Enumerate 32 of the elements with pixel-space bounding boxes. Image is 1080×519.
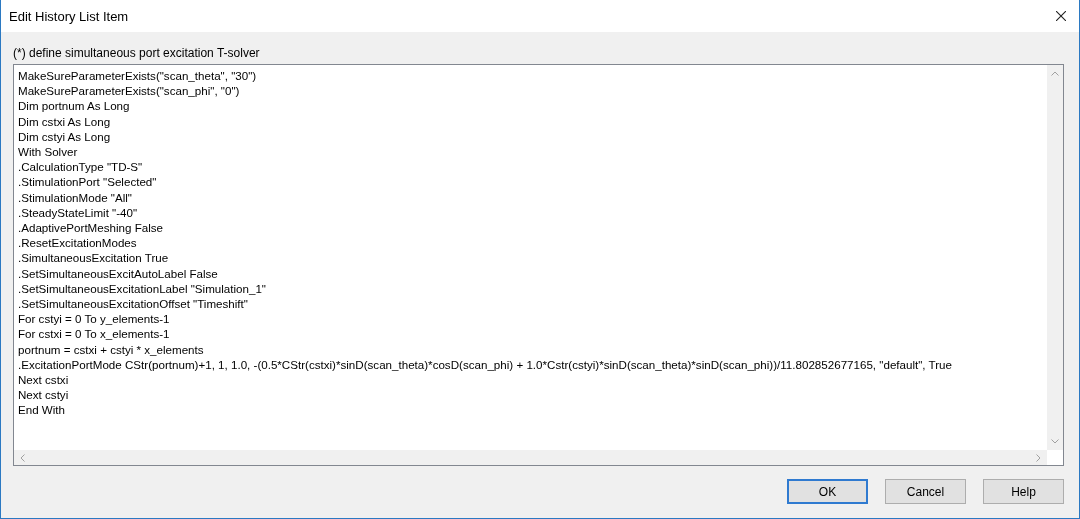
code-line: .SetSimultaneousExcitationOffset "Timeshift" [18,296,248,312]
horizontal-scrollbar[interactable] [14,450,1047,465]
code-line: Dim cstyi As Long [18,128,111,144]
code-line: MakeSureParameterExists("scan_phi", "0") [18,83,240,99]
code-line: .ResetExcitationModes [18,235,137,251]
code-line: Next cstyi [18,387,69,403]
code-line: Dim portnum As Long [18,98,130,114]
code-line: .SimultaneousExcitation True [18,250,169,266]
code-editor[interactable] [13,64,1064,466]
code-line: .CalculationType "TD-S" [18,159,143,175]
code-line: For cstyi = 0 To y_elements-1 [18,311,170,327]
dialog-button[interactable]: Cancel [885,479,966,504]
window-title: Edit History List Item [9,8,129,24]
caption: (*) define simultaneous port excitation T-solver [13,45,261,61]
code-line: .SetSimultaneousExcitationLabel "Simulation_1" [18,280,266,297]
code-line: End With [18,402,66,418]
code-line: .ExcitationPortMode CStr(portnum)+1, 1, 1.0, -(0.5*CStr(cstxi)*sinD(scan_theta)*cosD(scan_phi) + 1.0*Cstr(cstyi)*sinD(scan_theta)*sinD(scan_phi))/11.802852677165, "default", True [18,356,952,373]
code-line: .SteadyStateLimit "-40" [18,204,138,221]
code-line: portnum = cstxi + cstyi * x_elements [18,341,204,357]
code-line: Next cstxi [18,372,69,388]
code-line: Dim cstxi As Long [18,113,111,129]
code-line: .SetSimultaneousExcitAutoLabel False [18,265,218,281]
close-icon[interactable] [1056,11,1066,21]
code-line: .StimulationPort "Selected" [18,174,157,190]
vertical-scrollbar[interactable] [1047,65,1063,450]
code-line: For cstxi = 0 To x_elements-1 [18,326,170,342]
dialog-button[interactable]: OK [787,479,868,504]
code-line: With Solver [18,144,78,160]
code-line: .StimulationMode "All" [18,189,132,205]
code-line: MakeSureParameterExists("scan_theta", "30") [18,68,257,84]
code-line: .AdaptivePortMeshing False [18,220,163,236]
dialog-button[interactable]: Help [983,479,1064,504]
